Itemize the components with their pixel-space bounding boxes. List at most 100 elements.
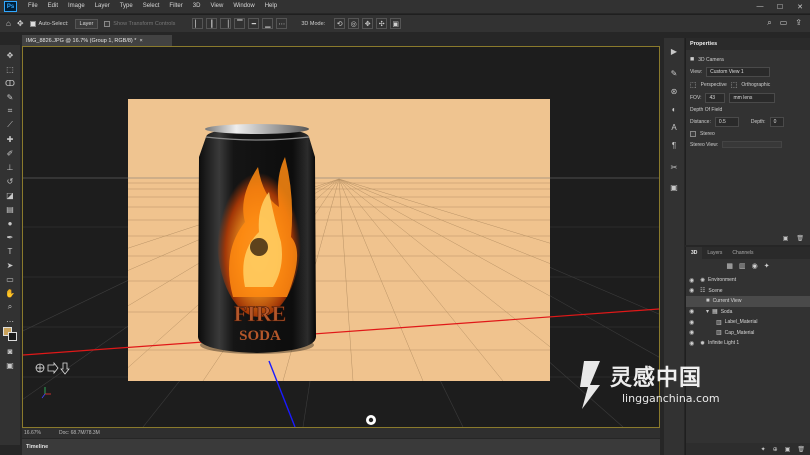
visibility-eye-icon[interactable]: ◉: [689, 329, 694, 336]
move-tool-icon[interactable]: ✥: [17, 19, 24, 28]
orthographic-icon[interactable]: ⬚: [731, 81, 738, 89]
materials-filter-icon[interactable]: ◉: [752, 262, 758, 270]
3d-materials-icon[interactable]: ▣: [668, 182, 680, 192]
roll-3d-icon[interactable]: ◎: [348, 18, 360, 29]
more-tools-icon[interactable]: ⋯: [3, 315, 17, 327]
render-icon[interactable]: ▣: [785, 446, 791, 453]
crop-tool-icon[interactable]: ⌗: [3, 105, 17, 117]
history-panel-icon[interactable]: ▶: [668, 46, 680, 56]
tab-layers[interactable]: Layers: [702, 247, 727, 259]
whole-scene-icon[interactable]: ▦: [726, 262, 733, 270]
menu-select[interactable]: Select: [138, 0, 165, 13]
timeline-tab[interactable]: Timeline: [26, 444, 48, 450]
dodge-tool-icon[interactable]: ●: [3, 217, 17, 229]
background-color[interactable]: [8, 332, 17, 341]
maximize-button[interactable]: ☐: [770, 0, 790, 13]
scene-row-label-material[interactable]: ◉ ▥ Label_Material: [686, 317, 810, 328]
zoom-level[interactable]: 16.67%: [24, 430, 41, 436]
zoom-tool-icon[interactable]: ⌕: [3, 301, 17, 313]
menu-file[interactable]: File: [23, 0, 43, 13]
pen-tool-icon[interactable]: ✒: [3, 231, 17, 243]
light-widget-icon[interactable]: [366, 415, 376, 425]
path-select-icon[interactable]: ➤: [3, 259, 17, 271]
align-center-icon[interactable]: ┃: [206, 18, 218, 29]
lasso-tool-icon[interactable]: ↀ: [3, 77, 17, 89]
home-icon[interactable]: ⌂: [6, 19, 11, 28]
brush-panel-icon[interactable]: ✎: [668, 68, 680, 78]
auto-select-option[interactable]: Auto-Select:: [29, 20, 69, 27]
align-middle-icon[interactable]: ━: [248, 18, 260, 29]
document-canvas[interactable]: FIRE SODA: [22, 46, 660, 428]
visibility-eye-icon[interactable]: ◉: [689, 277, 694, 284]
3d-scene[interactable]: FIRE SODA: [23, 47, 659, 427]
more-options-icon[interactable]: ⋯: [276, 18, 288, 29]
fov-input[interactable]: 43: [705, 93, 726, 103]
soda-can[interactable]: FIRE SODA: [198, 124, 316, 354]
tab-channels[interactable]: Channels: [727, 247, 758, 259]
quick-mask-icon[interactable]: ◙: [3, 345, 17, 357]
visibility-eye-icon[interactable]: ◉: [689, 308, 694, 315]
menu-3d[interactable]: 3D: [188, 0, 206, 13]
adjustments-icon[interactable]: ◐: [668, 104, 680, 114]
align-right-icon[interactable]: ▕: [220, 18, 232, 29]
scene-row-environment[interactable]: ◉ ✺ Environment: [686, 275, 810, 286]
properties-tab[interactable]: Properties: [690, 41, 717, 47]
workspace-icon[interactable]: ▭: [780, 18, 788, 28]
menu-image[interactable]: Image: [63, 0, 90, 13]
fov-unit-dropdown[interactable]: mm lens: [729, 93, 776, 103]
depth-input[interactable]: 0: [769, 117, 784, 127]
visibility-eye-icon[interactable]: ◉: [689, 340, 694, 347]
stamp-tool-icon[interactable]: ⊥: [3, 161, 17, 173]
perspective-icon[interactable]: ⬚: [690, 81, 697, 89]
perspective-option[interactable]: Perspective: [701, 82, 727, 88]
tools-preset-icon[interactable]: ✂: [668, 162, 680, 172]
lights-filter-icon[interactable]: ✦: [764, 262, 770, 270]
paragraph-panel-icon[interactable]: ¶: [668, 140, 680, 150]
scale-3d-icon[interactable]: ▣: [390, 18, 402, 29]
scene-row-soda[interactable]: ◉ ▾ ▦ Soda: [686, 307, 810, 318]
align-bottom-icon[interactable]: ▁: [262, 18, 274, 29]
add-object-icon[interactable]: ⊕: [773, 446, 778, 453]
view-dropdown[interactable]: Custom View 1: [706, 67, 771, 77]
menu-view[interactable]: View: [205, 0, 228, 13]
brush-tool-icon[interactable]: ✐: [3, 147, 17, 159]
3d-axis-widget[interactable]: [35, 361, 70, 375]
scene-row-infinite-light[interactable]: ◉ ✹ Infinite Light 1: [686, 338, 810, 349]
marquee-tool-icon[interactable]: ⬚: [3, 63, 17, 75]
show-transform-option[interactable]: Show Transform Controls: [104, 20, 175, 27]
menu-filter[interactable]: Filter: [164, 0, 187, 13]
history-brush-icon[interactable]: ↺: [3, 175, 17, 187]
screen-mode-icon[interactable]: ▣: [3, 359, 17, 371]
visibility-eye-icon[interactable]: ◉: [689, 287, 694, 294]
shape-tool-icon[interactable]: ▭: [3, 273, 17, 285]
quick-select-tool-icon[interactable]: ✎: [3, 91, 17, 103]
document-tab[interactable]: IMG_8826.JPG @ 16.7% (Group 1, RGB/8) * …: [22, 35, 172, 46]
visibility-eye-icon[interactable]: ◉: [689, 319, 694, 326]
align-top-icon[interactable]: ▔: [234, 18, 246, 29]
close-window-button[interactable]: ✕: [790, 0, 810, 13]
type-tool-icon[interactable]: T: [3, 245, 17, 257]
clone-source-icon[interactable]: ⊛: [668, 86, 680, 96]
eraser-tool-icon[interactable]: ◪: [3, 189, 17, 201]
menu-edit[interactable]: Edit: [43, 0, 63, 13]
eyedropper-tool-icon[interactable]: ⟋: [3, 119, 17, 131]
gradient-tool-icon[interactable]: ▤: [3, 203, 17, 215]
menu-window[interactable]: Window: [228, 0, 259, 13]
show-transform-checkbox[interactable]: [104, 20, 111, 27]
close-document-icon[interactable]: ×: [139, 38, 142, 44]
slide-3d-icon[interactable]: ✣: [376, 18, 388, 29]
move-tool-icon[interactable]: ✥: [3, 49, 17, 61]
new-light-icon[interactable]: ✦: [761, 446, 766, 453]
menu-help[interactable]: Help: [260, 0, 282, 13]
color-swatches[interactable]: [3, 327, 17, 341]
character-panel-icon[interactable]: A: [668, 122, 680, 132]
share-icon[interactable]: ⇪: [795, 18, 802, 28]
scene-row-scene[interactable]: ◉ ☷ Scene: [686, 286, 810, 297]
search-icon[interactable]: ⌕: [767, 18, 771, 28]
auto-select-checkbox[interactable]: [29, 20, 36, 27]
scene-row-cap-material[interactable]: ◉ ▥ Cap_Material: [686, 328, 810, 339]
tab-3d[interactable]: 3D: [686, 247, 703, 259]
delete-icon[interactable]: 🗑: [796, 235, 804, 242]
auto-select-dropdown[interactable]: Layer: [74, 18, 99, 29]
expand-chevron-icon[interactable]: ▾: [706, 308, 709, 315]
